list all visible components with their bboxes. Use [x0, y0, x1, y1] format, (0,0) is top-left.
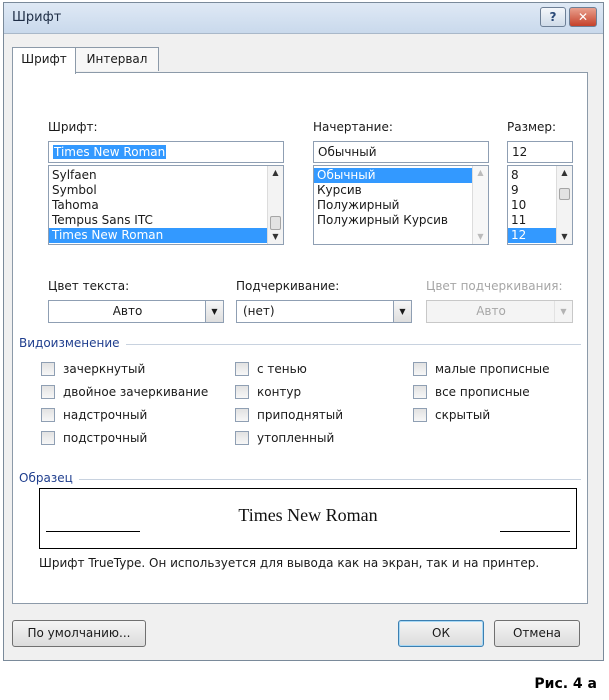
tab-font[interactable]: Шрифт: [12, 47, 76, 74]
font-list-item[interactable]: Symbol: [49, 183, 267, 198]
window-title: Шрифт: [12, 10, 62, 25]
scroll-up-arrow-icon[interactable]: ▲: [473, 166, 488, 180]
underline-color-value: Авто: [476, 304, 506, 318]
size-list-item[interactable]: 11: [508, 213, 556, 228]
set-default-button[interactable]: По умолчанию...: [12, 620, 146, 647]
style-list-item[interactable]: Полужирный: [314, 198, 472, 213]
checkbox-box[interactable]: [41, 362, 55, 376]
style-list-scrollbar[interactable]: ▲ ▼: [472, 166, 488, 244]
checkbox-label: с тенью: [257, 362, 307, 376]
tab-spacing[interactable]: Интервал: [75, 47, 159, 71]
underline-select-value: (нет): [243, 304, 275, 318]
scroll-thumb[interactable]: [559, 188, 570, 200]
checkbox-label: контур: [257, 385, 302, 399]
checkbox-box[interactable]: [41, 385, 55, 399]
effects-section-header: Видоизменение: [19, 336, 581, 350]
font-list-item[interactable]: Tahoma: [49, 198, 267, 213]
preview-section-header: Образец: [19, 471, 581, 485]
font-list-scrollbar[interactable]: ▲ ▼: [267, 166, 283, 244]
preview-sample-text: Times New Roman: [238, 505, 378, 525]
size-list-item[interactable]: 9: [508, 183, 556, 198]
preview-underline-right: [500, 531, 570, 532]
underline-color-label: Цвет подчеркивания:: [426, 279, 563, 293]
underline-select[interactable]: (нет) ▼: [236, 300, 412, 323]
figure-caption: Рис. 4 а: [534, 676, 597, 692]
color-select[interactable]: Авто ▼: [48, 300, 224, 323]
preview-box: Times New Roman: [39, 488, 577, 549]
underline-color-select: Авто ▼: [426, 300, 573, 323]
font-list-item-selected[interactable]: Times New Roman: [49, 228, 267, 243]
chevron-down-icon[interactable]: ▼: [205, 301, 223, 322]
preview-underline-left: [46, 531, 140, 532]
style-list-item[interactable]: Курсив: [314, 183, 472, 198]
checkbox-box[interactable]: [41, 408, 55, 422]
scroll-up-arrow-icon[interactable]: ▲: [268, 166, 283, 180]
close-button[interactable]: ✕: [569, 7, 597, 27]
checkbox-box[interactable]: [413, 362, 427, 376]
cancel-button[interactable]: Отмена: [494, 620, 580, 647]
checkbox-box[interactable]: [413, 385, 427, 399]
style-label: Начертание:: [313, 120, 393, 134]
checkbox-box[interactable]: [235, 385, 249, 399]
chevron-down-icon[interactable]: ▼: [393, 301, 411, 322]
checkbox-label: малые прописные: [435, 362, 550, 376]
scroll-down-arrow-icon[interactable]: ▼: [473, 230, 488, 244]
checkbox-label: двойное зачеркивание: [63, 385, 209, 399]
checkbox-label: скрытый: [435, 408, 491, 422]
ok-button[interactable]: ОК: [398, 620, 484, 647]
font-list-item[interactable]: Tempus Sans ITC: [49, 213, 267, 228]
checkbox-label: надстрочный: [63, 408, 148, 422]
style-input[interactable]: Обычный: [313, 141, 489, 163]
checkbox-box[interactable]: [235, 408, 249, 422]
checkbox-box[interactable]: [235, 362, 249, 376]
font-list[interactable]: Sylfaen Symbol Tahoma Tempus Sans ITC Ti…: [48, 165, 284, 245]
style-list[interactable]: Обычный Курсив Полужирный Полужирный Кур…: [313, 165, 489, 245]
size-list-item-selected[interactable]: 12: [508, 228, 556, 243]
size-list[interactable]: 8 9 10 11 12 ▲ ▼: [507, 165, 573, 245]
font-type-description: Шрифт TrueType. Он используется для выво…: [39, 556, 540, 570]
section-divider: [19, 479, 581, 480]
font-list-item[interactable]: Sylfaen: [49, 168, 267, 183]
preview-title: Образец: [19, 471, 79, 485]
size-list-scrollbar[interactable]: ▲ ▼: [556, 166, 572, 244]
style-list-item[interactable]: Полужирный Курсив: [314, 213, 472, 228]
size-input[interactable]: 12: [507, 141, 573, 163]
style-list-item-selected[interactable]: Обычный: [314, 168, 472, 183]
scroll-thumb[interactable]: [270, 216, 281, 230]
size-list-item[interactable]: 8: [508, 168, 556, 183]
checkbox-label: приподнятый: [257, 408, 344, 422]
color-label: Цвет текста:: [48, 279, 130, 293]
checkbox-label: зачеркнутый: [63, 362, 146, 376]
font-input[interactable]: Times New Roman: [48, 141, 284, 163]
color-select-value: Авто: [112, 304, 143, 318]
chevron-down-icon: ▼: [554, 301, 572, 322]
checkbox-label: утопленный: [257, 431, 335, 445]
checkbox-label: подстрочный: [63, 431, 148, 445]
scroll-down-arrow-icon[interactable]: ▼: [268, 230, 283, 244]
scroll-up-arrow-icon[interactable]: ▲: [557, 166, 572, 180]
checkbox-box[interactable]: [235, 431, 249, 445]
size-list-item[interactable]: 10: [508, 198, 556, 213]
underline-label: Подчеркивание:: [236, 279, 340, 293]
font-input-value: Times New Roman: [53, 145, 167, 159]
checkbox-box[interactable]: [413, 408, 427, 422]
help-button[interactable]: ?: [540, 7, 566, 27]
title-bar: Шрифт ? ✕: [4, 3, 603, 34]
font-label: Шрифт:: [48, 120, 98, 134]
effects-title: Видоизменение: [19, 336, 126, 350]
checkbox-label: все прописные: [435, 385, 530, 399]
size-label: Размер:: [507, 120, 557, 134]
scroll-down-arrow-icon[interactable]: ▼: [557, 230, 572, 244]
checkbox-box[interactable]: [41, 431, 55, 445]
